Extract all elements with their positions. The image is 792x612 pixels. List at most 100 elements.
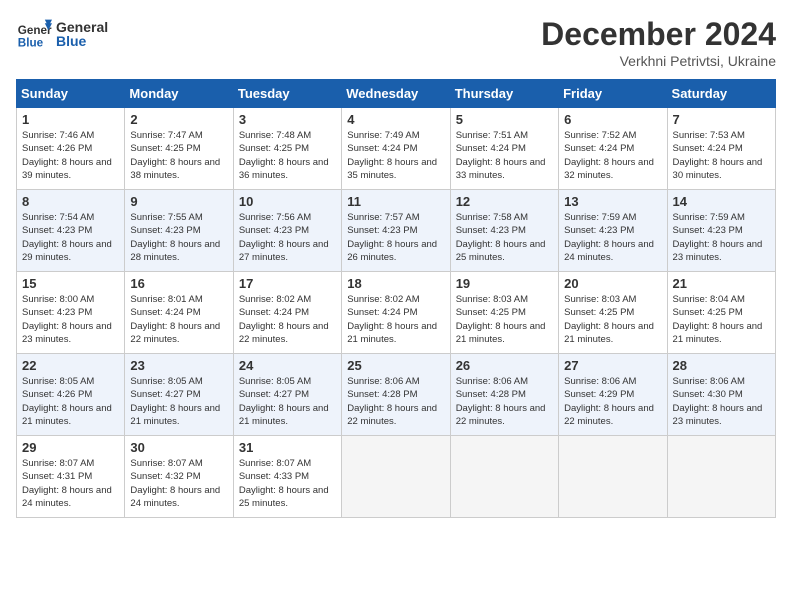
day-number: 17: [239, 276, 336, 291]
day-number: 13: [564, 194, 661, 209]
day-cell: [667, 436, 775, 518]
day-cell: 31 Sunrise: 8:07 AMSunset: 4:33 PMDayligh…: [233, 436, 341, 518]
day-info: Sunrise: 8:05 AMSunset: 4:26 PMDaylight:…: [22, 375, 119, 428]
week-row-1: 1Sunrise: 7:46 AMSunset: 4:26 PMDaylight…: [17, 108, 776, 190]
svg-text:Blue: Blue: [18, 37, 44, 50]
day-cell: [559, 436, 667, 518]
day-number: 5: [456, 112, 553, 127]
logo: General Blue General Blue: [16, 16, 108, 52]
day-info: Sunrise: 7:58 AMSunset: 4:23 PMDaylight:…: [456, 211, 553, 264]
day-cell: 10Sunrise: 7:56 AMSunset: 4:23 PMDayligh…: [233, 190, 341, 272]
day-cell: 24 Sunrise: 8:05 AMSunset: 4:27 PMDayligh…: [233, 354, 341, 436]
calendar-table: SundayMondayTuesdayWednesdayThursdayFrid…: [16, 79, 776, 518]
col-header-tuesday: Tuesday: [233, 80, 341, 108]
month-title: December 2024: [541, 16, 776, 53]
day-number: 2: [130, 112, 227, 127]
week-row-5: 29 Sunrise: 8:07 AMSunset: 4:31 PMDayligh…: [17, 436, 776, 518]
day-info: Sunrise: 7:57 AMSunset: 4:23 PMDaylight:…: [347, 211, 444, 264]
day-info: Sunrise: 8:07 AMSunset: 4:31 PMDaylight:…: [22, 457, 119, 510]
day-info: Sunrise: 7:53 AMSunset: 4:24 PMDaylight:…: [673, 129, 770, 182]
day-cell: [450, 436, 558, 518]
col-header-thursday: Thursday: [450, 80, 558, 108]
day-info: Sunrise: 8:03 AMSunset: 4:25 PMDaylight:…: [456, 293, 553, 346]
col-header-wednesday: Wednesday: [342, 80, 450, 108]
day-info: Sunrise: 7:59 AMSunset: 4:23 PMDaylight:…: [673, 211, 770, 264]
day-cell: 14Sunrise: 7:59 AMSunset: 4:23 PMDayligh…: [667, 190, 775, 272]
day-cell: 15Sunrise: 8:00 AMSunset: 4:23 PMDayligh…: [17, 272, 125, 354]
day-cell: 19 Sunrise: 8:03 AMSunset: 4:25 PMDayligh…: [450, 272, 558, 354]
title-block: December 2024 Verkhni Petrivtsi, Ukraine: [541, 16, 776, 69]
day-info: Sunrise: 8:04 AMSunset: 4:25 PMDaylight:…: [673, 293, 770, 346]
day-cell: 8 Sunrise: 7:54 AMSunset: 4:23 PMDaylight…: [17, 190, 125, 272]
day-cell: 2Sunrise: 7:47 AMSunset: 4:25 PMDaylight…: [125, 108, 233, 190]
day-cell: 7 Sunrise: 7:53 AMSunset: 4:24 PMDaylight…: [667, 108, 775, 190]
day-info: Sunrise: 8:06 AMSunset: 4:28 PMDaylight:…: [347, 375, 444, 428]
day-number: 22: [22, 358, 119, 373]
day-cell: 25 Sunrise: 8:06 AMSunset: 4:28 PMDayligh…: [342, 354, 450, 436]
col-header-sunday: Sunday: [17, 80, 125, 108]
week-row-4: 22 Sunrise: 8:05 AMSunset: 4:26 PMDayligh…: [17, 354, 776, 436]
day-number: 6: [564, 112, 661, 127]
day-cell: 20 Sunrise: 8:03 AMSunset: 4:25 PMDayligh…: [559, 272, 667, 354]
day-cell: 6 Sunrise: 7:52 AMSunset: 4:24 PMDaylight…: [559, 108, 667, 190]
day-info: Sunrise: 8:05 AMSunset: 4:27 PMDaylight:…: [239, 375, 336, 428]
day-cell: 22 Sunrise: 8:05 AMSunset: 4:26 PMDayligh…: [17, 354, 125, 436]
day-number: 31: [239, 440, 336, 455]
day-info: Sunrise: 7:59 AMSunset: 4:23 PMDaylight:…: [564, 211, 661, 264]
day-number: 29: [22, 440, 119, 455]
day-cell: 13 Sunrise: 7:59 AMSunset: 4:23 PMDayligh…: [559, 190, 667, 272]
day-info: Sunrise: 8:06 AMSunset: 4:29 PMDaylight:…: [564, 375, 661, 428]
day-info: Sunrise: 7:54 AMSunset: 4:23 PMDaylight:…: [22, 211, 119, 264]
header-row: SundayMondayTuesdayWednesdayThursdayFrid…: [17, 80, 776, 108]
logo-icon: General Blue: [16, 16, 52, 52]
day-cell: [342, 436, 450, 518]
day-cell: 5 Sunrise: 7:51 AMSunset: 4:24 PMDaylight…: [450, 108, 558, 190]
day-number: 4: [347, 112, 444, 127]
day-info: Sunrise: 8:02 AMSunset: 4:24 PMDaylight:…: [347, 293, 444, 346]
day-number: 19: [456, 276, 553, 291]
week-row-3: 15Sunrise: 8:00 AMSunset: 4:23 PMDayligh…: [17, 272, 776, 354]
day-info: Sunrise: 8:03 AMSunset: 4:25 PMDaylight:…: [564, 293, 661, 346]
day-cell: 23Sunrise: 8:05 AMSunset: 4:27 PMDayligh…: [125, 354, 233, 436]
day-number: 26: [456, 358, 553, 373]
page-header: General Blue General Blue December 2024 …: [16, 16, 776, 69]
day-info: Sunrise: 7:48 AMSunset: 4:25 PMDaylight:…: [239, 129, 336, 182]
day-number: 9: [130, 194, 227, 209]
day-number: 20: [564, 276, 661, 291]
day-number: 8: [22, 194, 119, 209]
day-cell: 9 Sunrise: 7:55 AMSunset: 4:23 PMDaylight…: [125, 190, 233, 272]
day-info: Sunrise: 7:52 AMSunset: 4:24 PMDaylight:…: [564, 129, 661, 182]
day-number: 27: [564, 358, 661, 373]
logo-blue-text: Blue: [56, 33, 108, 49]
day-number: 12: [456, 194, 553, 209]
day-cell: 11 Sunrise: 7:57 AMSunset: 4:23 PMDayligh…: [342, 190, 450, 272]
day-cell: 18 Sunrise: 8:02 AMSunset: 4:24 PMDayligh…: [342, 272, 450, 354]
day-info: Sunrise: 8:07 AMSunset: 4:33 PMDaylight:…: [239, 457, 336, 510]
day-number: 16: [130, 276, 227, 291]
day-info: Sunrise: 8:06 AMSunset: 4:30 PMDaylight:…: [673, 375, 770, 428]
day-cell: 4 Sunrise: 7:49 AMSunset: 4:24 PMDaylight…: [342, 108, 450, 190]
day-number: 24: [239, 358, 336, 373]
day-number: 11: [347, 194, 444, 209]
day-number: 25: [347, 358, 444, 373]
day-number: 23: [130, 358, 227, 373]
day-cell: 29 Sunrise: 8:07 AMSunset: 4:31 PMDayligh…: [17, 436, 125, 518]
location: Verkhni Petrivtsi, Ukraine: [541, 53, 776, 69]
day-cell: 21Sunrise: 8:04 AMSunset: 4:25 PMDayligh…: [667, 272, 775, 354]
day-cell: 16Sunrise: 8:01 AMSunset: 4:24 PMDayligh…: [125, 272, 233, 354]
day-cell: 27 Sunrise: 8:06 AMSunset: 4:29 PMDayligh…: [559, 354, 667, 436]
day-info: Sunrise: 7:51 AMSunset: 4:24 PMDaylight:…: [456, 129, 553, 182]
day-number: 18: [347, 276, 444, 291]
day-number: 7: [673, 112, 770, 127]
day-cell: 1Sunrise: 7:46 AMSunset: 4:26 PMDaylight…: [17, 108, 125, 190]
day-cell: 17Sunrise: 8:02 AMSunset: 4:24 PMDayligh…: [233, 272, 341, 354]
day-info: Sunrise: 7:55 AMSunset: 4:23 PMDaylight:…: [130, 211, 227, 264]
col-header-monday: Monday: [125, 80, 233, 108]
week-row-2: 8 Sunrise: 7:54 AMSunset: 4:23 PMDaylight…: [17, 190, 776, 272]
col-header-saturday: Saturday: [667, 80, 775, 108]
day-info: Sunrise: 8:07 AMSunset: 4:32 PMDaylight:…: [130, 457, 227, 510]
day-info: Sunrise: 7:49 AMSunset: 4:24 PMDaylight:…: [347, 129, 444, 182]
day-number: 30: [130, 440, 227, 455]
day-cell: 30 Sunrise: 8:07 AMSunset: 4:32 PMDayligh…: [125, 436, 233, 518]
day-info: Sunrise: 8:06 AMSunset: 4:28 PMDaylight:…: [456, 375, 553, 428]
